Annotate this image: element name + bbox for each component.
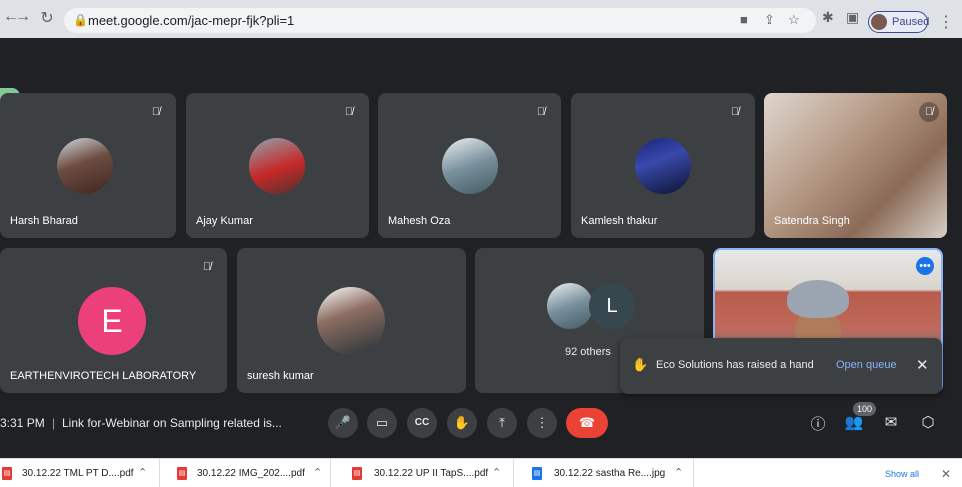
download-filename: 30.12.22 IMG_202....pdf [197, 468, 305, 479]
end-call-button[interactable]: ☎ [566, 408, 608, 438]
participant-tile[interactable]: 🎙̸ Ajay Kumar [186, 93, 369, 238]
download-item[interactable]: ▤ 30.12.22 TML PT D....pdf ⌃ [0, 459, 160, 487]
download-item[interactable]: ▤ 30.12.22 UP II TapS....pdf ⌃ [344, 459, 514, 487]
close-icon[interactable]: ✕ [916, 356, 929, 374]
download-item[interactable]: ▤ 30.12.22 sastha Re....jpg ⌃ [526, 459, 694, 487]
lock-icon[interactable]: 🔒 [73, 13, 88, 27]
download-filename: 30.12.22 sastha Re....jpg [554, 468, 666, 479]
download-item[interactable]: ▤ 30.12.22 IMG_202....pdf ⌃ [171, 459, 331, 487]
avatar [249, 138, 305, 194]
participant-tile[interactable]: E 🎙̸ EARTHENVIROTECH LABORATORY [0, 248, 227, 393]
avatar [442, 138, 498, 194]
hand-raised-toast: ✋ Eco Solutions has raised a hand Open q… [620, 338, 942, 394]
avatar: E [78, 287, 146, 355]
mic-off-icon: 🎙̸ [202, 261, 212, 273]
participant-turban [787, 280, 849, 318]
captions-button[interactable]: CC [407, 408, 437, 438]
camera-button[interactable]: ▭ [367, 408, 397, 438]
avatar [317, 287, 385, 355]
participant-name: Kamlesh thakur [581, 215, 658, 227]
mic-off-icon: 🎙̸ [536, 106, 546, 118]
participant-tile[interactable]: 🎙̸ Mahesh Oza [378, 93, 561, 238]
mic-off-icon: 🎙̸ [730, 106, 740, 118]
people-icon[interactable]: 👥 [843, 413, 865, 431]
mic-off-icon: 🎙̸ [344, 106, 354, 118]
avatar [635, 138, 691, 194]
others-count: 92 others [565, 346, 611, 358]
raised-hand-icon: ✋ [632, 357, 649, 372]
participant-name: Harsh Bharad [10, 215, 78, 227]
more-options-icon[interactable]: ••• [916, 257, 934, 275]
participant-name: suresh kumar [247, 370, 314, 382]
avatar: L [589, 283, 635, 329]
download-filename: 30.12.22 TML PT D....pdf [22, 468, 134, 479]
avatar [547, 283, 593, 329]
chevron-up-icon[interactable]: ⌃ [313, 466, 322, 479]
show-all-link[interactable]: Show all [885, 469, 919, 479]
open-queue-link[interactable]: Open queue [836, 359, 897, 371]
meeting-title: Link for-Webinar on Sampling related is.… [62, 416, 282, 430]
reload-icon[interactable]: ↻ [36, 8, 58, 28]
chevron-up-icon[interactable]: ⌃ [492, 466, 501, 479]
avatar-letter: L [606, 295, 618, 317]
mic-off-icon: 🎙̸ [919, 102, 939, 122]
pdf-file-icon: ▤ [177, 467, 187, 480]
chevron-up-icon[interactable]: ⌃ [138, 466, 147, 479]
chat-icon[interactable]: ✉ [880, 413, 902, 431]
menu-icon[interactable]: ⋮ [938, 12, 954, 32]
mic-off-icon: 🎙̸ [151, 106, 161, 118]
present-button[interactable]: ⤒ [487, 408, 517, 438]
meeting-time: 3:31 PM [0, 416, 45, 430]
browser-toolbar: ← → ↻ 🔒 meet.google.com/jac-mepr-fjk?pli… [0, 0, 962, 38]
participant-tile[interactable]: 🎙̸ Kamlesh thakur [571, 93, 755, 238]
sidepanel-icon[interactable]: ▣ [846, 9, 859, 26]
toast-message: Eco Solutions has raised a hand [656, 359, 814, 371]
profile-button[interactable]: Paused [868, 11, 930, 33]
download-shelf: ▤ 30.12.22 TML PT D....pdf ⌃ ▤ 30.12.22 … [0, 458, 962, 487]
activities-icon[interactable]: ⬡ [917, 413, 939, 431]
extensions-icon[interactable]: ✱ [822, 9, 834, 26]
url-text: meet.google.com/jac-mepr-fjk?pli=1 [88, 13, 295, 28]
chevron-up-icon[interactable]: ⌃ [674, 466, 683, 479]
profile-status: Paused [892, 16, 930, 28]
microphone-button[interactable]: 🎤 [328, 408, 358, 438]
profile-avatar [871, 14, 887, 30]
avatar-letter: E [101, 303, 123, 339]
participant-name: Satendra Singh [774, 215, 850, 227]
star-icon[interactable]: ☆ [788, 12, 800, 28]
forward-icon[interactable]: → [12, 8, 34, 26]
address-bar[interactable]: 🔒 meet.google.com/jac-mepr-fjk?pli=1 ■ ⇪… [64, 8, 816, 33]
participant-tile[interactable]: 🎙̸ Harsh Bharad [0, 93, 176, 238]
participant-video-tile[interactable]: 🎙̸ Satendra Singh [764, 93, 947, 238]
close-icon[interactable]: ✕ [941, 467, 951, 481]
pdf-file-icon: ▤ [352, 467, 362, 480]
participant-name: Mahesh Oza [388, 215, 451, 227]
more-options-button[interactable]: ⋮ [527, 408, 557, 438]
image-file-icon: ▤ [532, 467, 542, 480]
meeting-stage: ▭ 🎙̸ Harsh Bharad 🎙̸ Ajay Kumar 🎙̸ Mahes… [0, 38, 962, 458]
participant-name: Ajay Kumar [196, 215, 253, 227]
participant-name: EARTHENVIROTECH LABORATORY [10, 370, 197, 382]
download-filename: 30.12.22 UP II TapS....pdf [374, 468, 489, 479]
camera-blocked-icon[interactable]: ■ [740, 12, 748, 27]
pdf-file-icon: ▤ [2, 467, 12, 480]
avatar [57, 138, 113, 194]
raise-hand-button[interactable]: ✋ [447, 408, 477, 438]
share-icon[interactable]: ⇪ [764, 12, 775, 28]
info-icon[interactable]: ⓘ [807, 413, 829, 434]
separator: | [52, 416, 56, 430]
participant-tile[interactable]: suresh kumar [237, 248, 466, 393]
